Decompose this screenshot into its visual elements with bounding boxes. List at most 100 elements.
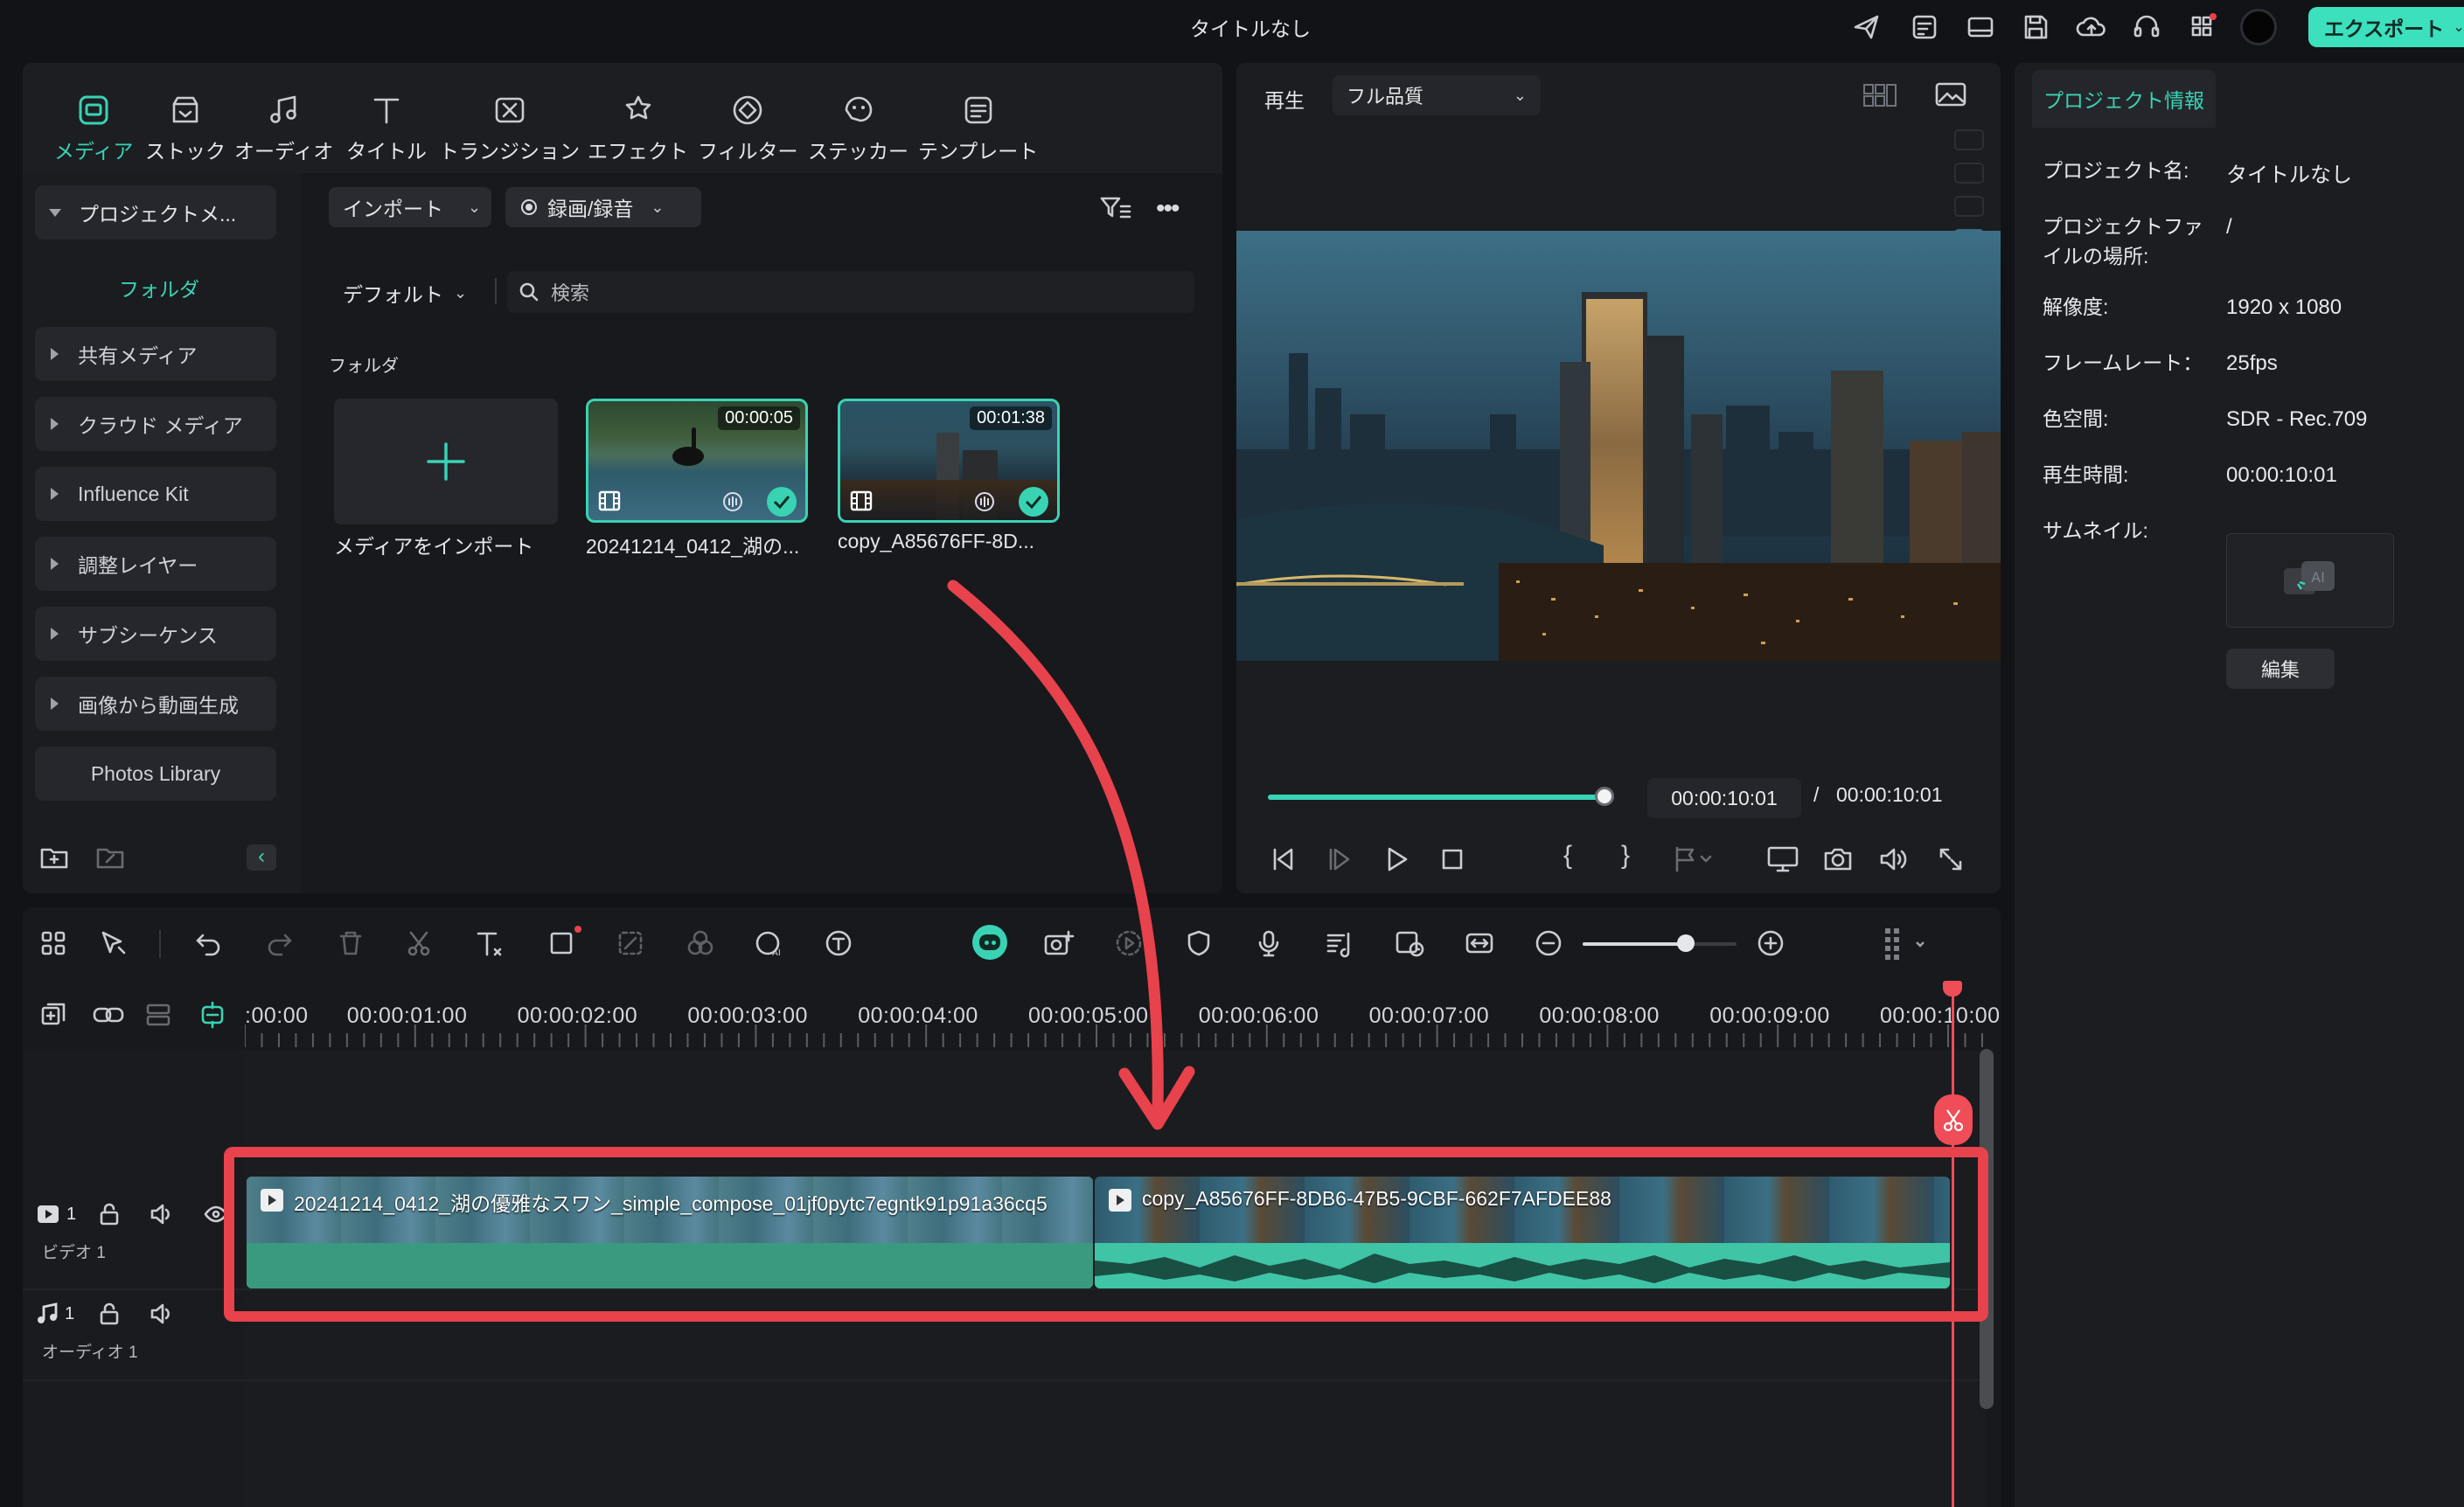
tab-transition[interactable]: トランジション [439,91,580,164]
auto-sync-icon[interactable] [1394,928,1427,958]
zoom-in-icon[interactable] [1756,928,1785,958]
split-at-playhead-button[interactable] [1934,1094,1973,1145]
link-icon[interactable] [91,1000,126,1030]
lock-track-icon[interactable] [96,1301,122,1327]
clip-duration: 00:00:05 [718,406,800,430]
stop-icon[interactable] [1437,844,1467,874]
save-icon[interactable] [2021,12,2050,42]
track-options-icon[interactable] [1882,925,1931,963]
previous-frame-icon[interactable] [1268,844,1298,874]
zoom-slider[interactable] [1583,942,1737,946]
sidebar-item-cloud-media[interactable]: クラウド メディア [35,397,276,451]
display-icon[interactable] [1766,844,1799,874]
tab-media[interactable]: メディア [54,91,133,164]
sidebar-item-adjustment-layer[interactable]: 調整レイヤー [35,537,276,591]
tab-effect[interactable]: エフェクト [588,91,688,164]
info-label-file-location: プロジェクトファ イルの場所: [2043,215,2203,267]
annotation-arrow [947,580,1195,1130]
tab-label: エフェクト [588,140,688,163]
zoom-slider-handle[interactable] [1677,934,1695,952]
sort-dropdown[interactable]: デフォルト ⌄ [343,278,467,308]
checklist-icon[interactable] [1910,12,1939,42]
grid-view-icon[interactable] [1862,82,1897,108]
avatar[interactable] [2240,9,2277,45]
fullscreen-icon[interactable] [1936,844,1966,874]
fit-to-width-icon[interactable] [1464,928,1495,958]
sidebar-item-label: サブシーケンス [78,624,218,647]
speech-to-text-icon[interactable] [824,928,855,958]
undo-icon[interactable] [194,928,224,958]
info-label-project-name: プロジェクト名: [2043,159,2189,182]
transition-icon [495,97,524,123]
zoom-out-icon[interactable] [1534,928,1563,958]
volume-icon[interactable] [1878,844,1910,874]
color-icon [686,928,715,958]
layout-icon[interactable] [1966,12,1995,42]
snap-magnet-icon[interactable] [198,1000,227,1030]
marker-flag-icon [1672,844,1716,874]
cloud-upload-icon[interactable] [2076,12,2107,42]
current-time-display[interactable]: 00:00:10:01 [1647,778,1801,818]
sidebar-item-label: 共有メディア [78,344,198,367]
sidebar-item-photos-library[interactable]: Photos Library [35,747,276,801]
tab-sticker[interactable]: ステッカー [808,91,908,164]
media-clip-thumbnail[interactable]: 00:00:05 [586,399,808,523]
info-label-frame-rate: フレームレート： [2043,351,2203,374]
playhead-handle[interactable] [1943,981,1962,997]
new-folder-icon[interactable] [38,843,70,871]
mask-icon [616,928,645,958]
crop-tool-icon[interactable] [547,925,582,958]
ruler-time-label: 00:00:01:00 [346,1004,468,1028]
sidebar-item-subsequence[interactable]: サブシーケンス [35,607,276,661]
text-tool-icon[interactable] [474,928,505,958]
sidebar-item-label: 画像から動画生成 [78,694,239,717]
mark-in-icon[interactable]: { [1563,841,1572,871]
import-label: インポート [343,198,443,220]
record-button[interactable]: 録画/録音 ⌄ [505,187,701,227]
search-input[interactable]: 検索 [507,271,1194,313]
import-media-tile[interactable] [334,399,558,524]
tab-title[interactable]: タイトル [346,91,427,164]
audio-track-name: オーディオ 1 [42,1344,138,1362]
quality-dropdown[interactable]: フル品質 ⌄ [1333,75,1541,115]
select-tool-icon[interactable] [98,928,129,958]
layout-grid-icon[interactable] [38,928,68,958]
import-button[interactable]: インポート ⌄ [329,187,491,227]
export-button[interactable]: エクスポート ⌄ [2308,7,2464,47]
sort-label: デフォルト [343,283,443,306]
sidebar-item-project-media[interactable]: プロジェクトメ... [35,185,276,240]
sidebar-item-folder[interactable]: フォルダ [119,273,199,302]
headset-icon[interactable] [2132,12,2161,42]
filter-sort-icon[interactable] [1098,194,1133,222]
sidebar-item-influence-kit[interactable]: Influence Kit [35,467,276,521]
lock-track-icon[interactable] [96,1201,122,1227]
tab-template[interactable]: テンプレート [918,91,1038,164]
ruler-time-label: 00:00:07:00 [1368,1004,1490,1028]
play-icon[interactable] [1382,844,1411,874]
track-index: 1 [65,1303,75,1323]
ai-effect-icon[interactable]: AI [754,928,785,958]
edit-thumbnail-button[interactable]: 編集 [2226,649,2335,689]
thumbnail-box[interactable]: AI [2226,533,2394,628]
tab-filter[interactable]: フィルター [698,91,798,164]
apps-grid-icon[interactable] [2188,12,2217,42]
playback-progress-track[interactable] [1268,795,1604,800]
mark-out-icon[interactable]: } [1621,841,1630,871]
media-clip-thumbnail[interactable]: 00:01:38 [838,399,1060,523]
image-icon[interactable] [1934,80,1967,108]
snapshot-camera-icon[interactable] [1822,844,1854,874]
sidebar-item-image-to-video[interactable]: 画像から動画生成 [35,677,276,731]
collapse-sidebar-button[interactable]: ‹ [247,844,276,871]
more-options-icon[interactable]: ••• [1156,194,1180,224]
tab-audio[interactable]: オーディオ [234,91,333,164]
track-volume-icon[interactable] [149,1201,175,1227]
microphone-icon[interactable] [1254,928,1284,958]
playback-progress-handle[interactable] [1595,787,1614,806]
track-volume-icon[interactable] [149,1301,175,1327]
audio-mixer-icon[interactable] [1324,928,1354,958]
send-icon[interactable] [1852,12,1882,42]
tab-stock[interactable]: ストック [145,91,226,164]
tab-project-info[interactable]: プロジェクト情報 [2032,70,2216,128]
sidebar-item-shared-media[interactable]: 共有メディア [35,327,276,381]
add-track-icon[interactable] [38,1000,68,1030]
